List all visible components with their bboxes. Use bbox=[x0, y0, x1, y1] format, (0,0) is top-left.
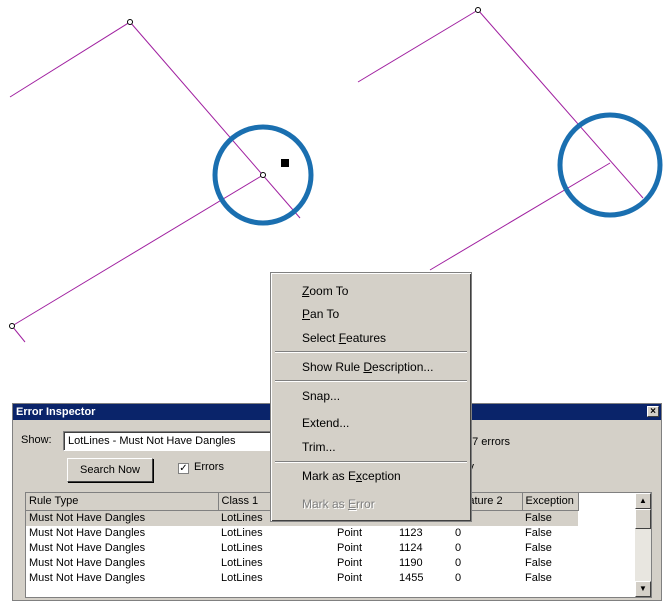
menu-item-label: Select bbox=[302, 331, 339, 345]
table-cell: 1455 bbox=[399, 572, 424, 584]
search-now-button[interactable]: Search Now bbox=[67, 458, 153, 482]
menu-item-label: oom To bbox=[309, 284, 349, 298]
menu-item-accelerator: F bbox=[338, 331, 347, 345]
vertex-icon bbox=[260, 172, 266, 178]
table-cell: Point bbox=[337, 527, 363, 539]
table-row[interactable]: Must Not Have Dangles LotLines Point 119… bbox=[26, 556, 578, 571]
left-map-view bbox=[9, 19, 314, 343]
table-cell: LotLines bbox=[221, 557, 263, 569]
table-cell: Must Not Have Dangles bbox=[29, 542, 146, 554]
menu-item-label: an To bbox=[310, 307, 340, 321]
table-cell bbox=[278, 541, 334, 556]
table-cell: 0 bbox=[455, 527, 462, 539]
close-icon[interactable]: × bbox=[647, 406, 659, 417]
lot-line bbox=[11, 174, 264, 327]
table-cell: False bbox=[525, 557, 552, 569]
right-map-view bbox=[357, 7, 663, 271]
menu-item-snap[interactable]: Snap... bbox=[302, 389, 340, 403]
table-cell: LotLines bbox=[218, 510, 278, 526]
menu-item-label: Trim... bbox=[302, 440, 336, 454]
menu-item-label: rror bbox=[356, 497, 375, 511]
menu-separator bbox=[275, 380, 467, 382]
dangle-error-marker-icon[interactable] bbox=[281, 159, 289, 167]
table-cell: LotLines bbox=[221, 542, 263, 554]
menu-separator bbox=[275, 461, 467, 463]
table-cell: Must Not Have Dangles bbox=[26, 510, 218, 526]
lot-line bbox=[11, 325, 26, 343]
menu-item-label: Show Rule bbox=[302, 360, 364, 374]
table-cell bbox=[278, 526, 334, 541]
menu-item-accelerator: P bbox=[302, 307, 311, 321]
table-cell bbox=[278, 571, 334, 586]
column-header[interactable]: Exception bbox=[522, 493, 579, 511]
lot-line bbox=[429, 162, 611, 271]
lot-line bbox=[9, 21, 131, 98]
table-cell: Must Not Have Dangles bbox=[29, 557, 146, 569]
errors-checkbox[interactable]: ✓ bbox=[178, 463, 189, 474]
table-cell: 0 bbox=[455, 572, 462, 584]
menu-item-accelerator: D bbox=[363, 360, 373, 374]
menu-separator bbox=[275, 351, 467, 353]
table-row[interactable]: Must Not Have Dangles LotLines Point 145… bbox=[26, 571, 578, 586]
menu-item-mark-as-error: Mark as Error bbox=[302, 497, 375, 511]
table-cell: Must Not Have Dangles bbox=[29, 572, 146, 584]
vertex-icon bbox=[9, 323, 15, 329]
vertical-scrollbar[interactable]: ▲ ▼ bbox=[635, 493, 651, 597]
table-cell bbox=[278, 556, 334, 571]
menu-item-label: Mark as E bbox=[302, 469, 357, 483]
scroll-down-icon[interactable]: ▼ bbox=[635, 581, 651, 597]
menu-item-label: ception bbox=[362, 469, 401, 483]
menu-item-mark-as-exception[interactable]: Mark as Exception bbox=[302, 469, 401, 483]
table-cell: 1123 bbox=[399, 527, 423, 539]
table-cell: False bbox=[525, 542, 552, 554]
errors-label: Errors bbox=[194, 461, 224, 473]
lot-line bbox=[357, 9, 479, 83]
menu-item-trim[interactable]: Trim... bbox=[302, 440, 336, 454]
menu-item-label: Mark as bbox=[302, 497, 349, 511]
menu-item-select-features[interactable]: Select Features bbox=[302, 331, 386, 345]
table-cell: False bbox=[525, 527, 552, 539]
menu-item-show-rule-description[interactable]: Show Rule Description... bbox=[302, 360, 433, 374]
window-title: Error Inspector bbox=[16, 406, 96, 418]
scroll-up-icon[interactable]: ▲ bbox=[635, 493, 651, 509]
menu-item-label: eatures bbox=[346, 331, 387, 345]
table-cell: 0 bbox=[455, 557, 462, 569]
menu-item-label: escription... bbox=[372, 360, 434, 374]
table-cell: LotLines bbox=[221, 572, 263, 584]
vertex-icon bbox=[475, 7, 481, 13]
column-header[interactable]: Rule Type bbox=[26, 493, 219, 511]
error-count: 17 errors bbox=[466, 436, 511, 448]
table-cell: Point bbox=[337, 542, 363, 554]
vertex-icon bbox=[127, 19, 133, 25]
table-cell: False bbox=[525, 572, 552, 584]
show-dropdown[interactable]: LotLines - Must Not Have Dangles bbox=[63, 431, 298, 451]
table-cell: Must Not Have Dangles bbox=[29, 527, 146, 539]
menu-item-label: Extend... bbox=[302, 416, 350, 430]
menu-item-extend[interactable]: Extend... bbox=[302, 416, 349, 430]
table-cell: 1190 bbox=[399, 557, 423, 569]
menu-item-pan-to[interactable]: Pan To bbox=[302, 307, 339, 321]
menu-item-label: Snap... bbox=[302, 389, 341, 403]
menu-item-zoom-to[interactable]: Zoom To bbox=[302, 284, 348, 298]
menu-item-accelerator: E bbox=[348, 497, 357, 511]
table-row[interactable]: Must Not Have Dangles LotLines Point 112… bbox=[26, 541, 578, 556]
table-cell: 0 bbox=[455, 542, 462, 554]
table-cell: 1124 bbox=[399, 542, 423, 554]
table-row[interactable]: Must Not Have Dangles LotLines Point 112… bbox=[26, 526, 578, 541]
table-cell: False bbox=[522, 510, 578, 526]
column-header[interactable]: Class 1 bbox=[218, 493, 279, 511]
context-menu: Zoom To Pan To Select Features Show Rule… bbox=[270, 272, 472, 522]
highlight-circle-icon bbox=[557, 112, 663, 218]
table-cell: LotLines bbox=[221, 527, 263, 539]
show-label: Show: bbox=[21, 434, 52, 446]
table-cell: Point bbox=[337, 557, 363, 569]
table-cell: Point bbox=[337, 572, 363, 584]
scroll-thumb[interactable] bbox=[635, 509, 651, 529]
